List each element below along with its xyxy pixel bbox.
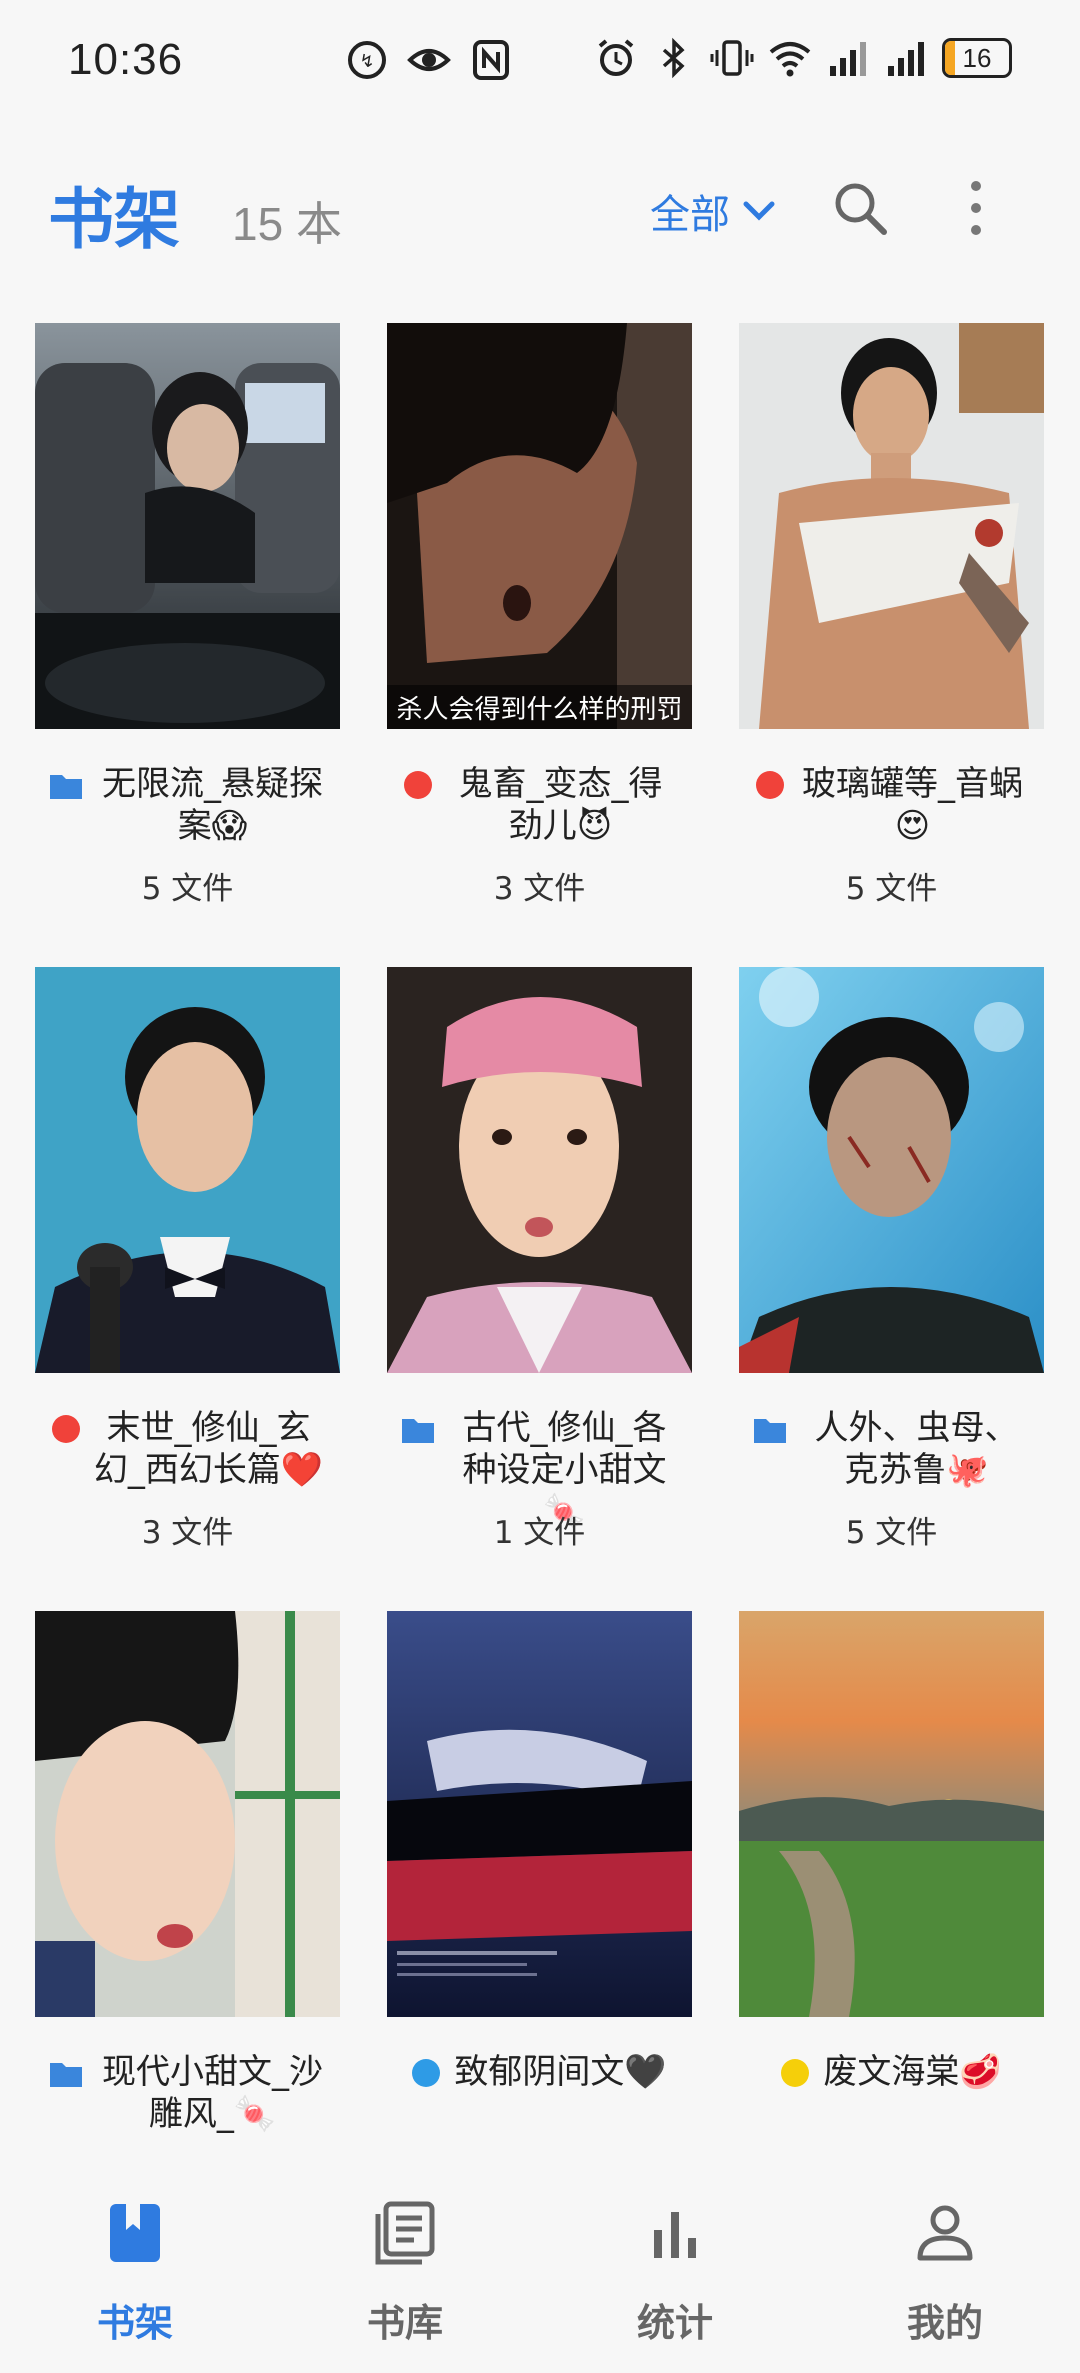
book-cover [387,967,692,1373]
search-icon[interactable] [830,178,890,238]
book-title-row: 废文海棠🥩 [739,2051,1044,2093]
book-card[interactable]: 现代小甜文_沙雕风_🍬 [35,1611,340,2160]
book-card[interactable]: 玻璃罐等_音蜗😍 5 文件 [739,323,1044,943]
book-card[interactable]: 杀人会得到什么样的刑罚 鬼畜_变态_得劲儿😈 3 文件 [387,323,692,943]
bluetooth-icon [662,37,685,79]
folder-icon [49,775,82,799]
filter-dropdown[interactable]: 全部 [650,182,778,240]
book-file-count: 5 文件 [141,871,234,907]
data-saver-icon: ↯ [348,41,386,79]
book-title-row: 玻璃罐等_音蜗😍 [739,763,1044,847]
person-icon [917,2205,973,2261]
app-header: 书架 15 本 全部 [0,150,1080,270]
red-dot-icon [755,771,784,799]
book-title: 人外、虫母、克苏鲁🐙 [814,1408,1019,1490]
book-title-row: 末世_修仙_玄幻_西幻长篇❤️ [35,1407,340,1491]
book-title-row: 致郁阴间文🖤 [387,2051,692,2093]
bookmark-book-icon [110,2204,160,2262]
book-title-row: 人外、虫母、克苏鲁🐙 [739,1407,1044,1491]
book-file-count: 3 文件 [141,1515,234,1551]
book-file-count: 5 文件 [845,871,938,907]
status-indicators: ↯ [345,38,513,82]
book-file-count: 3 文件 [493,871,586,907]
book-cover [35,1611,340,2017]
folder-icon [401,1419,434,1443]
library-list-icon [375,2201,435,2265]
nav-label: 统计 [636,2301,713,2345]
bottom-navigation: 书架 书库 统计 我的 [0,2155,1080,2373]
bookshelf-grid: 无限流_悬疑探案😱 5 文件 杀人会得到什么样的刑罚 鬼畜_变态_得劲儿😈 3 … [35,323,1045,2160]
svg-text:↯: ↯ [359,51,374,71]
book-file-count: 1 文件 [493,1515,586,1551]
battery-indicator: 16 [942,38,1012,78]
status-system-icons: 16 [594,36,1012,80]
nav-statistics[interactable]: 统计 [540,2155,810,2373]
vibrate-icon [710,40,754,76]
book-card[interactable]: 废文海棠🥩 8 文件 [739,1611,1044,2160]
book-title: 鬼畜_变态_得劲儿😈 [458,764,663,846]
bar-chart-icon [654,2212,696,2258]
book-card[interactable]: 末世_修仙_玄幻_西幻长篇❤️ 3 文件 [35,967,340,1587]
nav-profile[interactable]: 我的 [810,2155,1080,2373]
book-cover [387,1611,692,2017]
book-title: 无限流_悬疑探案😱 [102,764,323,846]
page-title: 书架 [48,181,180,258]
eye-icon [407,49,451,71]
book-cover: 杀人会得到什么样的刑罚 [387,323,692,729]
wifi-icon [769,42,811,77]
signal-icon [830,42,866,76]
book-title: 现代小甜文_沙雕风_🍬 [102,2052,323,2134]
blue-dot-icon [412,2059,441,2087]
nav-bookshelf[interactable]: 书架 [0,2155,270,2373]
book-title: 末世_修仙_玄幻_西幻长篇❤️ [93,1408,324,1490]
book-card[interactable]: 无限流_悬疑探案😱 5 文件 [35,323,340,943]
book-count: 15 本 [232,198,342,250]
book-cover [35,967,340,1373]
more-options-icon[interactable] [960,178,992,238]
book-title-row: 鬼畜_变态_得劲儿😈 [387,763,692,847]
nav-label: 我的 [906,2301,983,2345]
nav-label: 书库 [366,2301,443,2345]
book-title: 致郁阴间文🖤 [454,2052,667,2092]
nav-label: 书架 [96,2301,173,2345]
bookshelf-screen: 10:36 ↯ 16 书架 15 本 全部 无限流_悬疑探案😱 5 文件 杀人会… [0,0,1080,2373]
book-card[interactable]: 致郁阴间文🖤 2 文件 [387,1611,692,2160]
cover-caption: 杀人会得到什么样的刑罚 [387,685,692,729]
filter-label: 全部 [650,192,730,238]
book-cover [739,1611,1044,2017]
chevron-down-icon [743,201,775,221]
book-card[interactable]: 古代_修仙_各种设定小甜文🍬 1 文件 [387,967,692,1587]
alarm-icon [598,39,634,76]
book-cover [739,323,1044,729]
folder-icon [49,2063,82,2087]
book-title: 废文海棠🥩 [823,2052,1002,2092]
book-file-count: 5 文件 [845,1515,938,1551]
book-cover [739,967,1044,1373]
book-title-row: 现代小甜文_沙雕风_🍬 [35,2051,340,2135]
red-dot-icon [403,771,432,799]
signal-icon-2 [888,42,924,76]
red-dot-icon [51,1415,80,1443]
book-cover [35,323,340,729]
nav-library[interactable]: 书库 [270,2155,540,2373]
battery-fill [945,41,956,75]
status-time: 10:36 [68,35,184,84]
book-title-row: 无限流_悬疑探案😱 [35,763,340,847]
folder-icon [753,1419,786,1443]
nfc-icon [473,40,509,80]
book-card[interactable]: 人外、虫母、克苏鲁🐙 5 文件 [739,967,1044,1587]
book-title: 玻璃罐等_音蜗😍 [802,764,1023,846]
status-bar: 10:36 ↯ 16 [0,0,1080,120]
battery-level: 16 [962,42,992,73]
yellow-dot-icon [781,2059,810,2087]
